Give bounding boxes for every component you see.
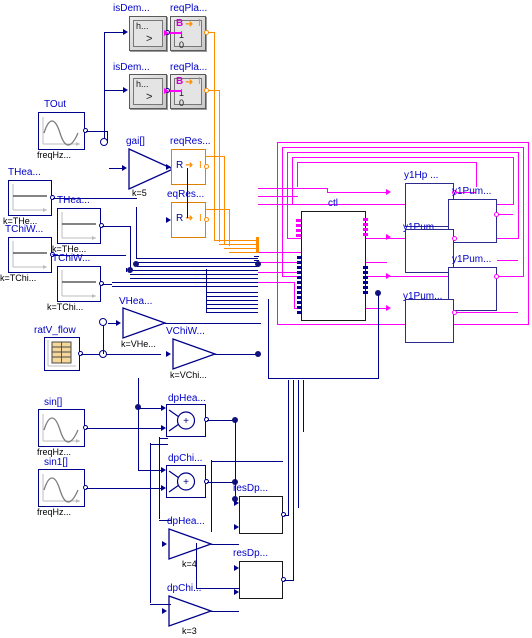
resdp1-label: resDp... [233,548,269,559]
vchiw-out-junction [255,351,261,357]
reqpla1-output-port [204,88,209,93]
svg-text:+: + [183,477,189,488]
thea1-label: THea... [57,195,90,206]
isdem1-label: isDem... [113,62,150,73]
tchiw1-label: TChiW... [52,253,91,264]
reqpla1-glyph-b: B [176,76,184,87]
tchiw1-param: k=TChi... [47,302,84,312]
reqres-glyph-i: I [199,160,202,171]
tout-param: freqHz... [37,150,72,160]
reqres1-label: eqRes... [167,189,205,200]
isdem-glyph-top: h... [136,21,149,31]
isdem-glyph-body: > [146,33,153,45]
reqres-block[interactable]: R ➜ I [171,149,206,185]
thea-block[interactable] [8,180,52,216]
vchiw-block[interactable] [172,338,217,370]
isdem-block[interactable]: h... > [129,16,167,51]
y1pum3-block[interactable] [405,299,454,343]
bus-junction-b [127,267,133,273]
bus-junction-a [133,261,139,267]
sin1-param: freqHz... [37,507,72,517]
dpchi-add-label: dpChi... [168,453,203,464]
dphea-gain-param: k=4 [182,559,197,569]
vhea-out-junction [255,261,261,267]
reqpla-output-port [204,30,209,35]
vchiw-label: VChiW... [166,326,205,337]
resdp-block[interactable] [239,496,283,534]
ratvflow-label: ratV_flow [34,325,76,336]
reqres-glyph-r: R [176,160,184,171]
reqres-output-port [204,164,209,169]
reqpla1-arrow-icon: ➜ [185,77,194,88]
tchiw1-block[interactable] [57,266,101,302]
resdp1-block[interactable] [239,561,283,599]
sin1-label: sin1[] [44,457,68,468]
y1pum1-output-port [452,236,457,241]
y1pum2-block[interactable] [448,267,497,311]
reqpla-glyph-i: I [198,18,201,29]
dphea-gain-block[interactable] [168,528,213,560]
reqpla-glyph-zero: 0 [179,40,185,50]
isdem1-glyph-body: > [146,91,153,103]
tchiw-label: TChiW... [5,224,44,235]
gai-label: gai[] [126,136,145,147]
sin1-block[interactable] [38,469,85,507]
y1pum-label: y1Pum... [452,186,492,197]
y1pum2-label: y1Pum... [452,254,492,265]
y1pum-output-port [494,212,499,217]
reqres1-glyph-r: R [176,213,184,224]
tout-label: TOut [44,99,67,110]
y1pum1-block[interactable] [405,229,454,273]
tchiw-block[interactable] [8,237,52,273]
reqres1-output-port [204,217,209,222]
dpchi-gain-param: k=3 [182,626,197,636]
dpchi-add-block[interactable]: + [166,465,206,498]
isdem1-glyph-top: h... [136,79,149,89]
thea1-block[interactable] [57,208,101,244]
reqpla-arrow-icon: ➜ [185,19,194,30]
svg-text:+: + [183,416,189,427]
thea-label: THea... [8,167,41,178]
reqpla1-glyph-i: I [198,76,201,87]
reqpla1-label: reqPla... [170,62,208,73]
ctl-block[interactable] [301,211,366,321]
dpchi-gain-block[interactable] [168,595,213,627]
reqpla-label: reqPla... [170,3,208,14]
reqres1-glyph-i: I [199,213,202,224]
diagram-canvas: isDem... h... > reqPla... B ➜ I 1 0 isDe… [0,0,532,638]
reqres-label: reqRes... [170,136,211,147]
reqres1-block[interactable]: R ➜ I [171,202,206,238]
vhea-param: k=VHe... [121,339,156,349]
dphea-add-label: dpHea... [168,393,206,404]
dphea-add-block[interactable]: + [166,404,206,437]
ctl-label: ctl [328,198,338,209]
isdem-label: isDem... [113,3,150,14]
reqpla-glyph-b: B [176,18,184,29]
sin-block[interactable] [38,409,85,447]
dphea-gain-label: dpHea... [167,516,205,527]
ratvflow-block[interactable] [44,337,80,371]
y1pum3-output-port [452,310,457,315]
reqpla1-glyph-zero: 0 [179,98,185,108]
resdp-label: resDp... [233,483,269,494]
tout-block[interactable] [38,112,85,150]
tchiw-param: k=TChi... [0,273,37,283]
isdem1-block[interactable]: h... > [129,74,167,109]
sin-label: sin[] [44,397,63,408]
y1pum2-output-port [494,274,499,279]
y1hp-label: y1Hp ... [404,170,439,181]
vchiw-param: k=VChi... [170,370,207,380]
ratvflow-junction-2 [99,318,107,326]
y1hp-block[interactable] [405,183,454,227]
vhea-label: VHea... [119,296,153,307]
vhea-block[interactable] [122,307,167,339]
